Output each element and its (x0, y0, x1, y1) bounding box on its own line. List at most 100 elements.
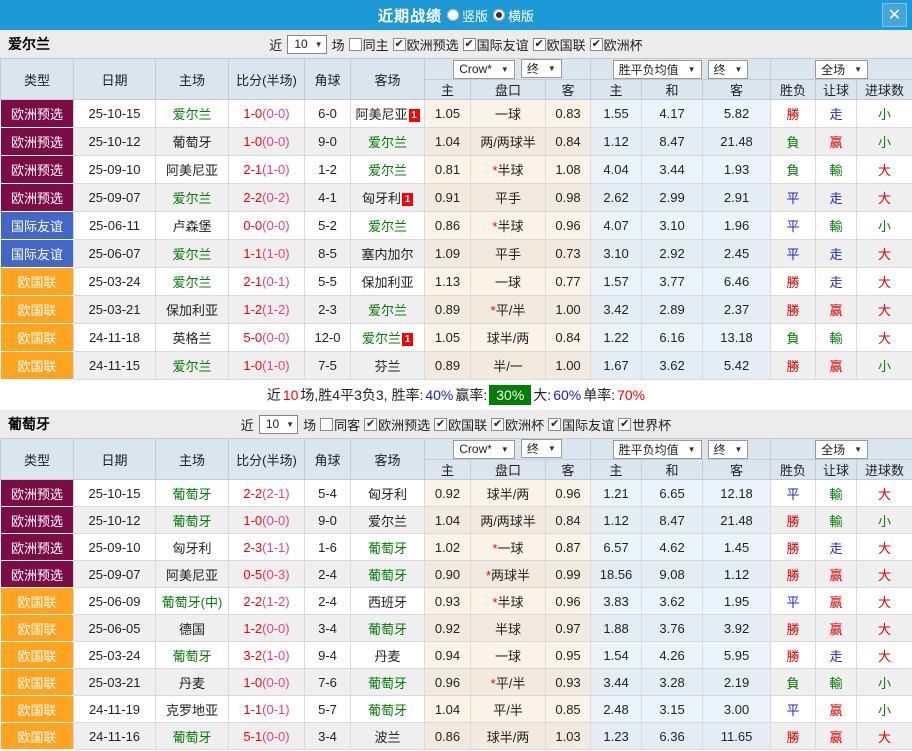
match-row: 欧国联25-03-21保加利亚1-2(1-2)2-3爱尔兰0.89*平/半1.0… (1, 296, 912, 324)
radio-selected-icon[interactable] (493, 9, 505, 21)
close-icon: ✕ (888, 5, 901, 25)
halftime-score: (2-1) (262, 486, 289, 501)
bookmaker-select[interactable]: Crow*▼ (453, 440, 515, 459)
same-venue-checkbox[interactable]: 同客 (320, 415, 360, 434)
league-checkbox[interactable]: ✔欧洲杯 (491, 415, 544, 434)
recent-count-select[interactable]: 10▼ (287, 35, 326, 54)
league-checkbox[interactable]: ✔欧洲预选 (393, 35, 459, 54)
odds-final-select[interactable]: 终▼ (521, 439, 562, 458)
checkbox-checked-icon[interactable]: ✔ (364, 418, 377, 431)
match-score: 5-0(0-0) (229, 324, 305, 352)
result-goals: 大 (857, 534, 912, 561)
radio-horizontal-label: 横版 (508, 6, 534, 25)
odds-away: 0.95 (546, 642, 591, 669)
match-date: 25-09-07 (74, 184, 156, 212)
match-row: 欧洲预选25-09-07阿美尼亚0-5(0-3)2-4葡萄牙0.90*两球半0.… (1, 561, 912, 588)
summary-part: 单率: (583, 385, 615, 405)
checkbox-checked-icon[interactable]: ✔ (618, 418, 631, 431)
checkbox-checked-icon[interactable]: ✔ (463, 38, 476, 51)
bookmaker-select[interactable]: Crow*▼ (453, 60, 515, 79)
away-team-name: 匈牙利 (368, 487, 407, 502)
avg-home: 1.22 (591, 324, 642, 352)
league-checkbox[interactable]: ✔欧国联 (434, 415, 487, 434)
halftime-score: (1-0) (262, 162, 289, 177)
away-team-name: 阿美尼亚 (355, 107, 407, 122)
checkbox-unchecked-icon[interactable] (349, 38, 362, 51)
corner-score: 2-3 (305, 296, 351, 324)
league-checkbox[interactable]: ✔国际友谊 (463, 35, 529, 54)
avg-draw: 3.62 (642, 352, 703, 380)
column-subheader: 让球 (816, 460, 857, 480)
wdl-average-select[interactable]: 胜平负均值▼ (613, 440, 702, 459)
league-checkbox[interactable]: ✔欧国联 (533, 35, 586, 54)
odds-away: 0.84 (546, 128, 591, 156)
avg-draw: 9.08 (642, 561, 703, 588)
recent-count-value: 10 (294, 37, 307, 51)
odds-home: 1.04 (425, 696, 471, 723)
match-row: 欧洲预选25-10-15葡萄牙2-2(2-1)5-4匈牙利0.92球半/两0.9… (1, 480, 912, 507)
fulltime-score: 1-0 (243, 513, 262, 528)
checkbox-checked-icon[interactable]: ✔ (393, 38, 406, 51)
match-score: 2-1(1-0) (229, 156, 305, 184)
avg-final-select-value: 终 (714, 441, 726, 458)
checkbox-checked-icon[interactable]: ✔ (548, 418, 561, 431)
corner-score: 7-6 (305, 669, 351, 696)
close-button[interactable]: ✕ (882, 3, 907, 27)
avg-final-select[interactable]: 终▼ (708, 440, 749, 459)
column-header: 角球 (305, 59, 351, 100)
result-handicap: 輸 (816, 480, 857, 507)
home-team: 葡萄牙 (156, 128, 229, 156)
league-checkbox[interactable]: ✔欧洲杯 (590, 35, 643, 54)
column-header: 主场 (156, 59, 229, 100)
handicap-value: 一球 (498, 541, 524, 556)
checkbox-checked-icon[interactable]: ✔ (491, 418, 504, 431)
match-row: 欧国联25-06-09葡萄牙(中)2-2(1-2)2-4西班牙0.93*半球0.… (1, 588, 912, 615)
away-team: 葡萄牙 (351, 534, 425, 561)
fulltime-score: 1-0 (243, 675, 262, 690)
match-scope-select[interactable]: 全场▼ (815, 60, 868, 79)
summary-part: 60% (553, 387, 581, 403)
layout-radio-vertical[interactable]: 竖版 (447, 6, 488, 25)
avg-away: 11.65 (703, 723, 771, 750)
handicap: 平手 (471, 184, 546, 212)
match-scope-select[interactable]: 全场▼ (815, 440, 868, 459)
same-venue-checkbox[interactable]: 同主 (349, 35, 389, 54)
fulltime-score: 2-3 (243, 540, 262, 555)
odds-away: 0.84 (546, 324, 591, 352)
home-team: 卢森堡 (156, 212, 229, 240)
match-row: 欧国联25-03-24爱尔兰2-1(0-1)5-5保加利亚1.13一球0.771… (1, 268, 912, 296)
avg-away: 13.18 (703, 324, 771, 352)
result-handicap: 輸 (816, 669, 857, 696)
recent-count-select[interactable]: 10▼ (259, 415, 298, 434)
checkbox-checked-icon[interactable]: ✔ (590, 38, 603, 51)
match-score: 2-2(2-1) (229, 480, 305, 507)
halftime-score: (0-3) (262, 567, 289, 582)
league-checkbox[interactable]: ✔国际友谊 (548, 415, 614, 434)
summary-part: 40% (425, 387, 453, 403)
layout-radio-horizontal[interactable]: 横版 (493, 6, 534, 25)
avg-away: 2.37 (703, 296, 771, 324)
chevron-down-icon: ▼ (501, 445, 509, 454)
result-handicap: 赢 (816, 723, 857, 750)
checkbox-unchecked-icon[interactable] (320, 418, 333, 431)
away-team-name: 爱尔兰 (368, 303, 407, 318)
summary-part: 场,胜4平3负3, 胜率: (300, 385, 423, 405)
odds-away: 0.96 (546, 480, 591, 507)
avg-away: 1.93 (703, 156, 771, 184)
league-checkbox[interactable]: ✔世界杯 (618, 415, 671, 434)
odds-home: 1.05 (425, 100, 471, 128)
away-team-name: 波兰 (374, 730, 400, 745)
league-checkbox[interactable]: ✔欧洲预选 (364, 415, 430, 434)
handicap: 一球 (471, 100, 546, 128)
handicap: *一球 (471, 534, 546, 561)
same-venue-checkbox-label: 同主 (363, 35, 389, 54)
checkbox-checked-icon[interactable]: ✔ (434, 418, 447, 431)
avg-away: 12.18 (703, 480, 771, 507)
odds-final-select[interactable]: 终▼ (521, 59, 562, 78)
avg-final-select[interactable]: 终▼ (708, 60, 749, 79)
checkbox-checked-icon[interactable]: ✔ (533, 38, 546, 51)
odds-dropdown-group: Crow*▼ 终▼ (425, 439, 591, 460)
wdl-average-select[interactable]: 胜平负均值▼ (613, 60, 702, 79)
radio-unselected-icon[interactable] (447, 9, 459, 21)
column-header: 类型 (1, 439, 74, 480)
